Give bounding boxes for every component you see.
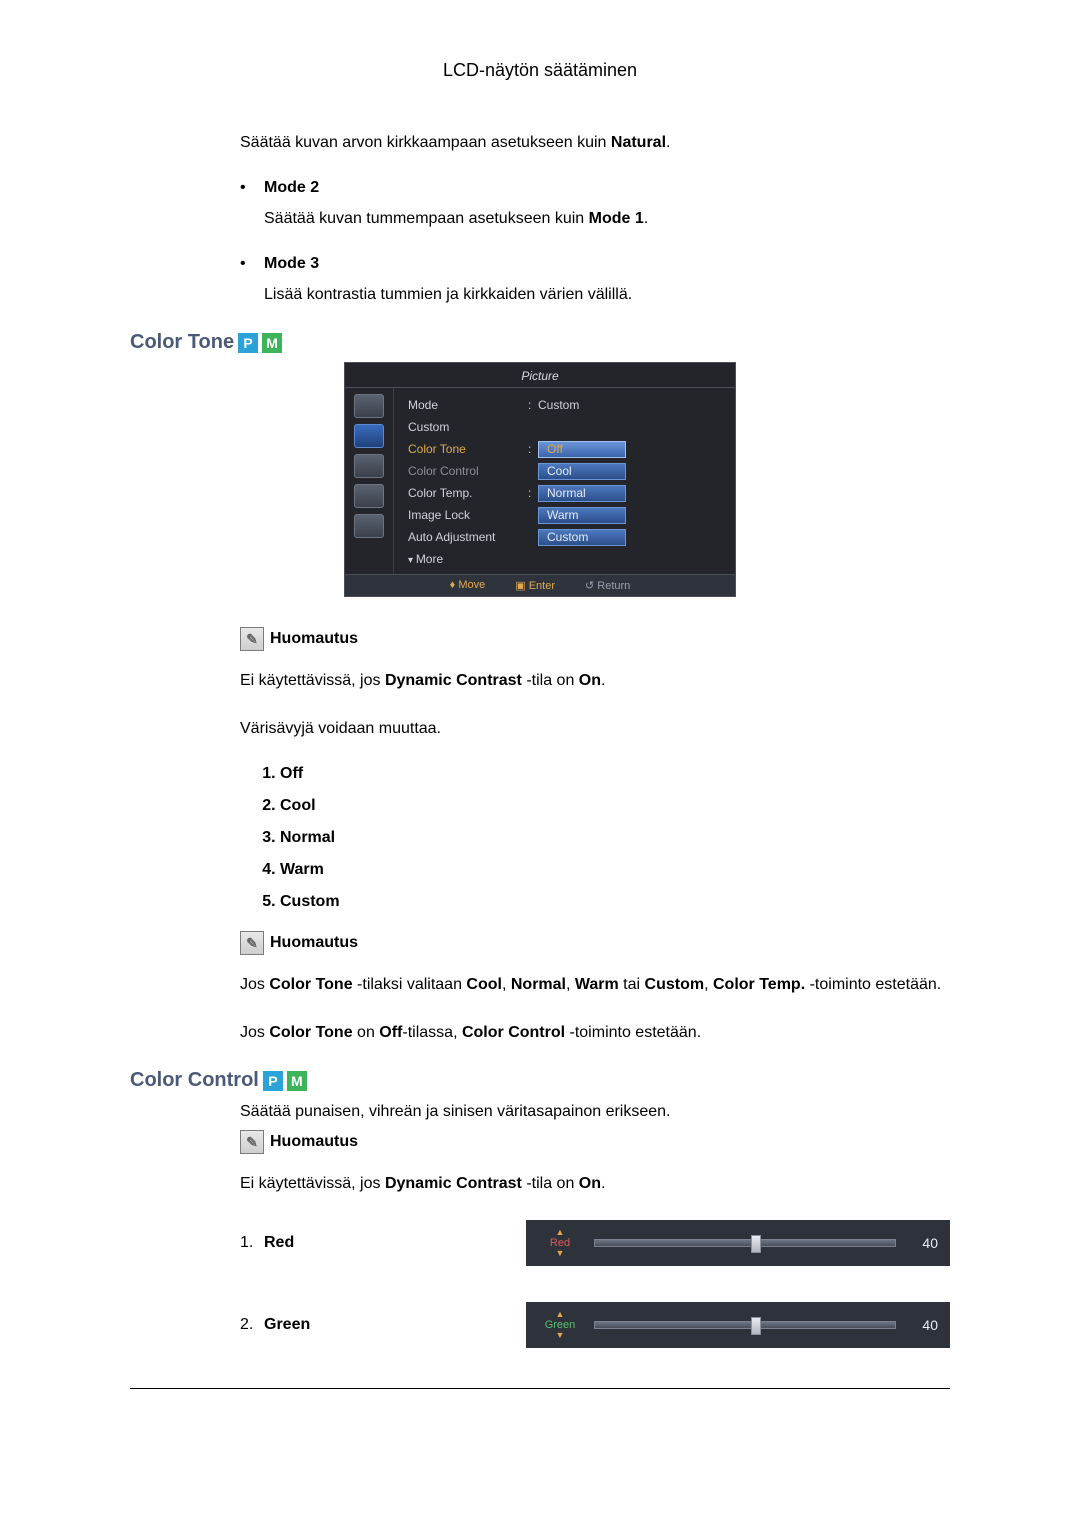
note-icon: ✎ <box>240 627 264 651</box>
bullet-mode-2: • Mode 2 <box>240 179 950 197</box>
mode-2-body: Säätää kuvan tummempaan asetukseen kuin … <box>264 207 950 231</box>
osd-side-icon <box>354 394 384 418</box>
mode-2-label: Mode 2 <box>264 179 319 197</box>
tone-options-list: Off Cool Normal Warm Custom <box>240 765 950 911</box>
cc-intro: Säätää punaisen, vihreän ja sinisen väri… <box>240 1100 950 1124</box>
note3-line1: Ei käytettävissä, jos Dynamic Contrast -… <box>240 1172 950 1196</box>
note-icon: ✎ <box>240 931 264 955</box>
footer-rule <box>130 1388 950 1389</box>
mode-3-label: Mode 3 <box>264 255 319 273</box>
page-title: LCD-näytön säätäminen <box>130 60 950 81</box>
intro-paragraph: Säätää kuvan arvon kirkkaampaan asetukse… <box>240 131 950 155</box>
note2-line2: Jos Color Tone on Off-tilassa, Color Con… <box>240 1021 950 1045</box>
osd-side-icon <box>354 424 384 448</box>
osd-screenshot: Picture Mode:Custom Custom Color Tone:Of… <box>344 362 736 597</box>
section-color-control: Color Control P M <box>130 1069 950 1092</box>
bullet-mode-3: • Mode 3 <box>240 255 950 273</box>
list-item: Off <box>280 765 950 783</box>
badge-p-icon: P <box>238 333 258 353</box>
osd-foot-return: ↺ Return <box>585 579 630 592</box>
badge-p-icon: P <box>263 1071 283 1091</box>
osd-side-icon <box>354 484 384 508</box>
slider-row-green: 2. Green ▲ Green ▼ 40 <box>240 1302 950 1348</box>
list-item: Custom <box>280 893 950 911</box>
slider-row-red: 1. Red ▲ Red ▼ 40 <box>240 1220 950 1266</box>
note-heading: ✎ Huomautus <box>240 1130 950 1154</box>
osd-side-icon <box>354 514 384 538</box>
osd-title: Picture <box>345 363 735 388</box>
list-item: Warm <box>280 861 950 879</box>
section-color-tone: Color Tone P M <box>130 331 950 354</box>
slider-green: ▲ Green ▼ 40 <box>526 1302 950 1348</box>
slider-red: ▲ Red ▼ 40 <box>526 1220 950 1266</box>
note-heading: ✎ Huomautus <box>240 931 950 955</box>
osd-foot-move: ♦ Move <box>450 579 486 592</box>
osd-foot-enter: ▣ Enter <box>515 579 555 592</box>
osd-side-icon <box>354 454 384 478</box>
note1-line2: Värisävyjä voidaan muuttaa. <box>240 717 950 741</box>
note1-line1: Ei käytettävissä, jos Dynamic Contrast -… <box>240 669 950 693</box>
mode-3-body: Lisää kontrastia tummien ja kirkkaiden v… <box>264 283 950 307</box>
note-heading: ✎ Huomautus <box>240 627 950 651</box>
note2-line1: Jos Color Tone -tilaksi valitaan Cool, N… <box>240 973 950 997</box>
badge-m-icon: M <box>287 1071 307 1091</box>
badge-m-icon: M <box>262 333 282 353</box>
list-item: Cool <box>280 797 950 815</box>
list-item: Normal <box>280 829 950 847</box>
note-icon: ✎ <box>240 1130 264 1154</box>
